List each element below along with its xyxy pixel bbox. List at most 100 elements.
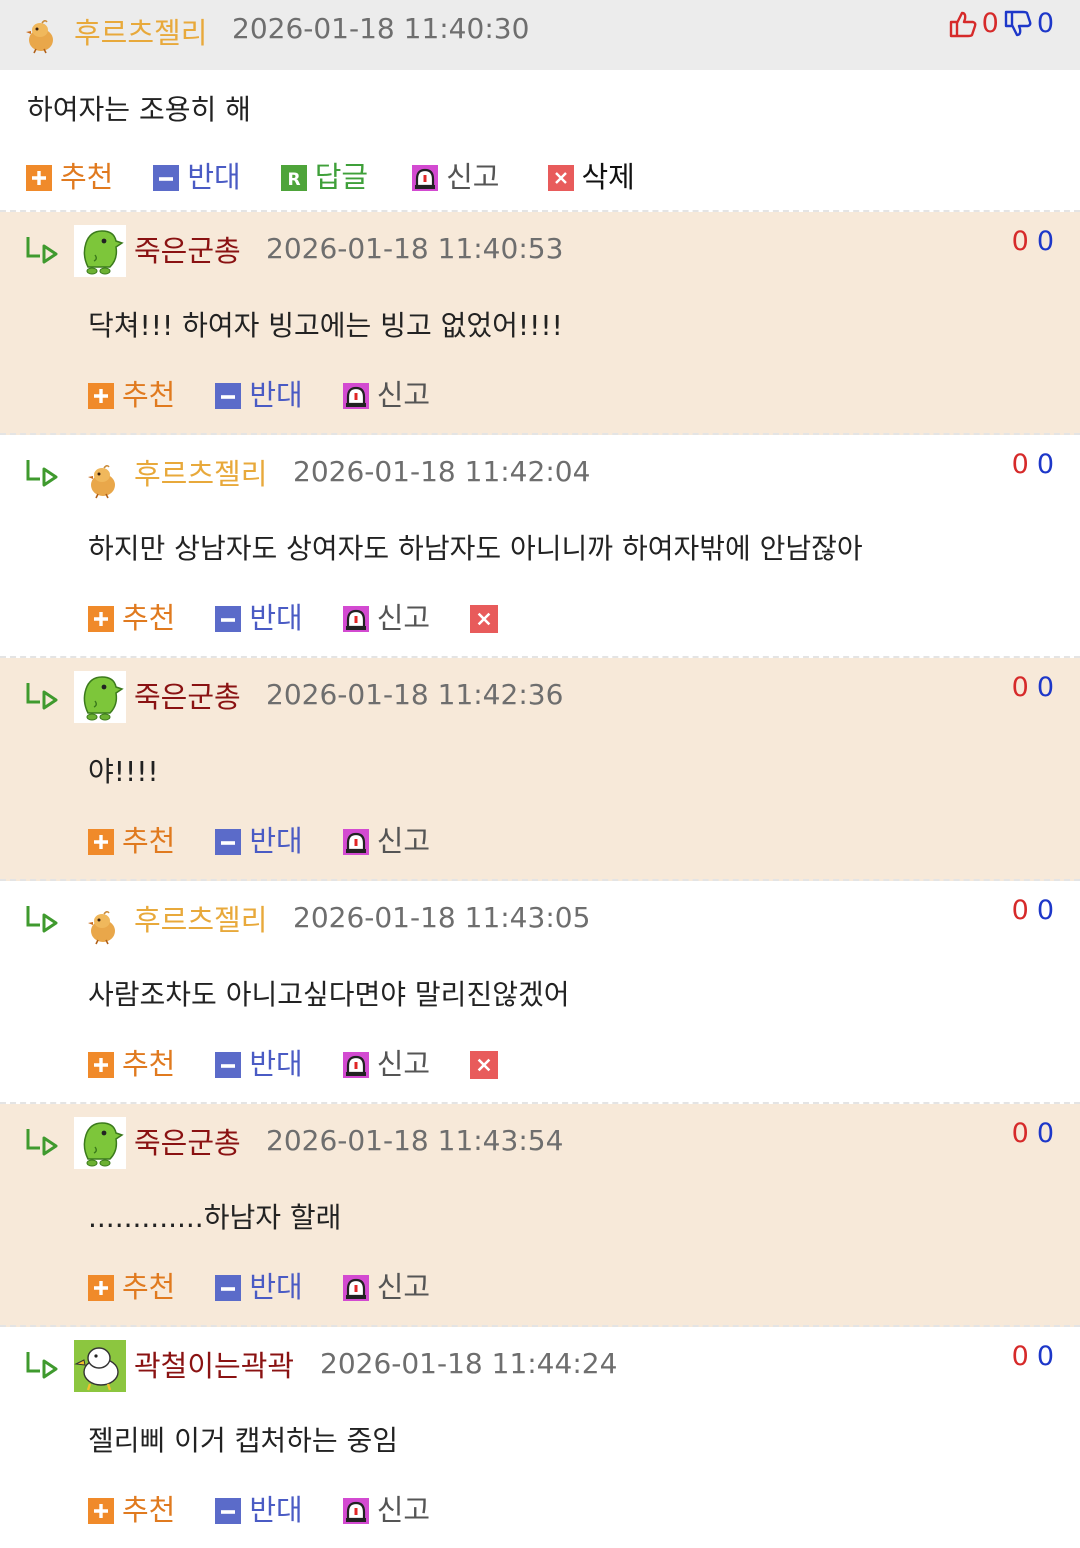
up-count: 0 [1011,449,1029,480]
author-nickname[interactable]: 후르츠젤리 [134,451,267,493]
recommend-button[interactable]: 추천 [88,1041,175,1083]
comment-date: 2026-01-18 11:42:36 [266,678,564,711]
minus-square-icon [215,383,241,409]
recommend-button[interactable]: 추천 [88,1264,175,1306]
down-count: 0 [1036,672,1054,703]
report-button[interactable]: 신고 [343,372,430,414]
recommend-label: 추천 [122,1270,176,1304]
minus-square-icon [215,1052,241,1078]
plus-square-icon [88,829,114,855]
report-label: 신고 [376,1493,431,1527]
comment-date: 2026-01-18 11:44:24 [320,1347,618,1380]
oppose-button[interactable]: 반대 [215,1264,303,1306]
comment-date: 2026-01-18 11:43:05 [293,901,591,934]
report-button[interactable]: 신고 [412,154,500,196]
oppose-label: 반대 [249,1270,303,1304]
oppose-button[interactable]: 반대 [215,818,303,860]
minus-square-icon [215,1275,241,1301]
thumbs-down-icon [1003,9,1033,39]
author-nickname[interactable]: 곽철이는곽곽 [134,1343,294,1385]
reply-comment: 죽은군총 2026-01-18 11:43:54 00 ............… [0,1104,1080,1327]
plus-square-icon [88,383,114,409]
siren-icon [343,1498,369,1524]
recommend-label: 추천 [122,601,176,635]
recommend-button[interactable]: 추천 [88,595,175,637]
reply-comment: 곽철이는곽곽 2026-01-18 11:44:24 00 젤리삐 이거 캡처하… [0,1327,1080,1548]
siren-icon [343,1275,369,1301]
report-label: 신고 [376,601,431,635]
up-count: 0 [981,8,999,39]
oppose-button[interactable]: 반대 [215,1041,303,1083]
avatar-duck-icon [74,1340,126,1392]
avatar-dino-icon [74,671,126,723]
vote-summary: 00 [1012,672,1054,703]
up-count: 0 [1011,672,1029,703]
comment-text: 닥쳐!!! 하여자 빙고에는 빙고 없었어!!!! [88,309,563,342]
report-button[interactable]: 신고 [343,1264,430,1306]
recommend-label: 추천 [122,378,176,412]
delete-button[interactable]: 삭제 [548,154,635,196]
reply-arrow-icon [24,903,60,935]
siren-icon [343,829,369,855]
vote-summary: 00 [1012,1118,1054,1149]
report-button[interactable]: 신고 [343,595,430,637]
reply-arrow-icon [24,234,60,266]
comment-actions: 추천 반대 신고 [88,1041,498,1083]
siren-icon [343,383,369,409]
report-label: 신고 [376,1047,431,1081]
author-nickname[interactable]: 죽은군총 [134,228,241,270]
delete-x-icon[interactable] [470,605,498,633]
down-count: 0 [1036,226,1054,257]
author-nickname[interactable]: 죽은군총 [134,674,241,716]
author-nickname[interactable]: 후르츠젤리 [134,897,267,939]
avatar-chick-icon [84,907,122,945]
comment-date: 2026-01-18 11:40:30 [232,12,530,45]
comment-date: 2026-01-18 11:43:54 [266,1124,564,1157]
plus-square-icon [26,165,52,191]
oppose-label: 반대 [249,601,303,635]
delete-x-icon[interactable] [470,1051,498,1079]
report-label: 신고 [376,824,431,858]
up-count: 0 [1011,1118,1029,1149]
up-count: 0 [1011,226,1029,257]
recommend-label: 추천 [60,160,114,194]
r-square-icon [281,165,307,191]
recommend-button[interactable]: 추천 [26,154,113,196]
oppose-button[interactable]: 반대 [215,595,303,637]
plus-square-icon [88,1052,114,1078]
reply-comment: 죽은군총 2026-01-18 11:42:36 00 야!!!! 추천 반대 … [0,658,1080,881]
delete-label: 삭제 [581,160,635,194]
report-button[interactable]: 신고 [343,818,430,860]
recommend-button[interactable]: 추천 [88,1487,175,1529]
reply-arrow-icon [24,1126,60,1158]
recommend-button[interactable]: 추천 [88,372,175,414]
siren-icon [343,606,369,632]
comment-text: 하여자는 조용히 해 [27,93,251,126]
reply-comment: 후르츠젤리 2026-01-18 11:42:04 00 하지만 상남자도 상여… [0,435,1080,658]
reply-button[interactable]: 답글 [281,154,368,196]
oppose-button[interactable]: 반대 [215,1487,303,1529]
reply-arrow-icon [24,680,60,712]
report-label: 신고 [446,160,500,194]
recommend-button[interactable]: 추천 [88,818,175,860]
reply-comment: 후르츠젤리 2026-01-18 11:43:05 00 사람조차도 아니고싶다… [0,881,1080,1104]
oppose-button[interactable]: 반대 [153,154,241,196]
oppose-label: 반대 [249,1493,303,1527]
author-nickname[interactable]: 죽은군총 [134,1120,241,1162]
comment-header: 후르츠젤리 2026-01-18 11:40:30 0 0 [0,0,1080,70]
siren-icon [412,165,438,191]
report-button[interactable]: 신고 [343,1487,430,1529]
comment-actions: 추천 반대 신고 [88,818,470,860]
author-nickname[interactable]: 후르츠젤리 [74,10,207,52]
report-button[interactable]: 신고 [343,1041,430,1083]
siren-icon [343,1052,369,1078]
x-square-icon [548,165,574,191]
recommend-label: 추천 [122,824,176,858]
comment-text: .............하남자 할래 [88,1201,342,1234]
plus-square-icon [88,606,114,632]
up-count: 0 [1011,1341,1029,1372]
up-count: 0 [1011,895,1029,926]
oppose-label: 반대 [249,378,303,412]
oppose-button[interactable]: 반대 [215,372,303,414]
recommend-label: 추천 [122,1493,176,1527]
